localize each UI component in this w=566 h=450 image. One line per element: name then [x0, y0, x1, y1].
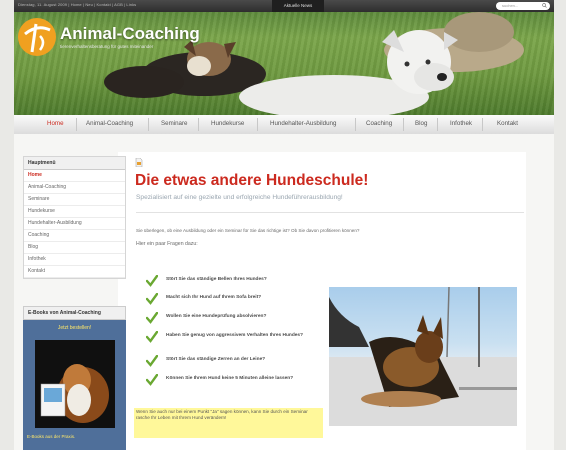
checkmark-icon [146, 374, 158, 386]
ebook-footer[interactable]: E-Books aus der Praxis. [27, 434, 75, 439]
pdf-icon[interactable] [135, 158, 143, 167]
sidebar-item-hundekurse[interactable]: Hundekurse [24, 206, 125, 218]
sidebar-item-animal-coaching[interactable]: Animal-Coaching [24, 182, 125, 194]
nav-item-hundekurse[interactable]: Hundekurse [211, 120, 244, 127]
nav-item-animal-coaching[interactable]: Animal-Coaching [86, 120, 133, 127]
sidebar-item-seminare[interactable]: Seminare [24, 194, 125, 206]
sidebar: Hauptmenü Home Animal-Coaching Seminare … [23, 156, 126, 279]
ebook-heading: E-Books von Animal-Coaching [23, 306, 126, 320]
nav-item-kontakt[interactable]: Kontakt [497, 120, 518, 127]
top-date-links[interactable]: Dienstag, 11. August 2009 | Home | Neu |… [18, 2, 136, 7]
checkmark-icon [146, 293, 158, 305]
checkmark-icon [146, 355, 158, 367]
main-menu-heading: Hauptmenü [24, 157, 125, 170]
nav-item-home[interactable]: Home [47, 120, 64, 127]
logo-icon[interactable] [16, 16, 58, 58]
nav-item-hundehalter-ausbildung[interactable]: Hundehalter-Ausbildung [270, 120, 336, 127]
sidebar-item-blog[interactable]: Blog [24, 242, 125, 254]
page-title: Die etwas andere Hundeschule! [135, 172, 369, 189]
call-to-action: Wenn Sie auch nur bei einem Punkt "Ja" s… [134, 408, 323, 438]
header-banner: Animal-Coaching tierenverhaltensberatung… [14, 12, 554, 115]
search-icon[interactable] [542, 3, 547, 8]
nav-item-infothek[interactable]: Infothek [450, 120, 472, 127]
brand-tagline: tierenverhaltensberatung für gutes mitei… [60, 44, 154, 49]
checkmark-icon [146, 312, 158, 324]
search-placeholder: suchen... [502, 3, 519, 8]
intro-text: Sie überlegen, ob eine Ausbildung oder e… [136, 228, 360, 233]
nav-item-coaching[interactable]: Coaching [366, 120, 392, 127]
sidebar-item-hundehalter-ausbildung[interactable]: Hundehalter-Ausbildung [24, 218, 125, 230]
main-menu: Hauptmenü Home Animal-Coaching Seminare … [23, 156, 126, 279]
sidebar-item-coaching[interactable]: Coaching [24, 230, 125, 242]
ebook-promo[interactable]: E-Books von Animal-Coaching Jetzt bestel… [23, 306, 126, 450]
dog-on-boat-photo [329, 287, 517, 426]
sheltie-dog-image [40, 364, 109, 423]
ebook-cover-image[interactable] [35, 340, 115, 428]
sidebar-item-home[interactable]: Home [24, 170, 125, 182]
nav-item-blog[interactable]: Blog [415, 120, 427, 127]
main-nav: Home Animal-Coaching Seminare Hundekurse… [14, 115, 554, 135]
checkmark-icon [146, 331, 158, 343]
questions-intro: Hier ein paar Fragen dazu: [136, 241, 198, 247]
ebook-order-link[interactable]: Jetzt bestellen! [23, 325, 126, 331]
sidebar-item-kontakt[interactable]: Kontakt [24, 266, 125, 278]
news-tab[interactable]: Aktuelle News [272, 0, 324, 12]
divider [136, 212, 524, 213]
sidebar-item-infothek[interactable]: Infothek [24, 254, 125, 266]
checkmark-icon [146, 275, 158, 287]
top-bar: Dienstag, 11. August 2009 | Home | Neu |… [14, 0, 554, 12]
search-input[interactable]: suchen... [496, 2, 550, 10]
brand-name[interactable]: Animal-Coaching [60, 24, 200, 44]
page-subtitle: Spezialisiert auf eine gezielte und erfo… [136, 194, 343, 201]
nav-item-seminare[interactable]: Seminare [161, 120, 187, 127]
